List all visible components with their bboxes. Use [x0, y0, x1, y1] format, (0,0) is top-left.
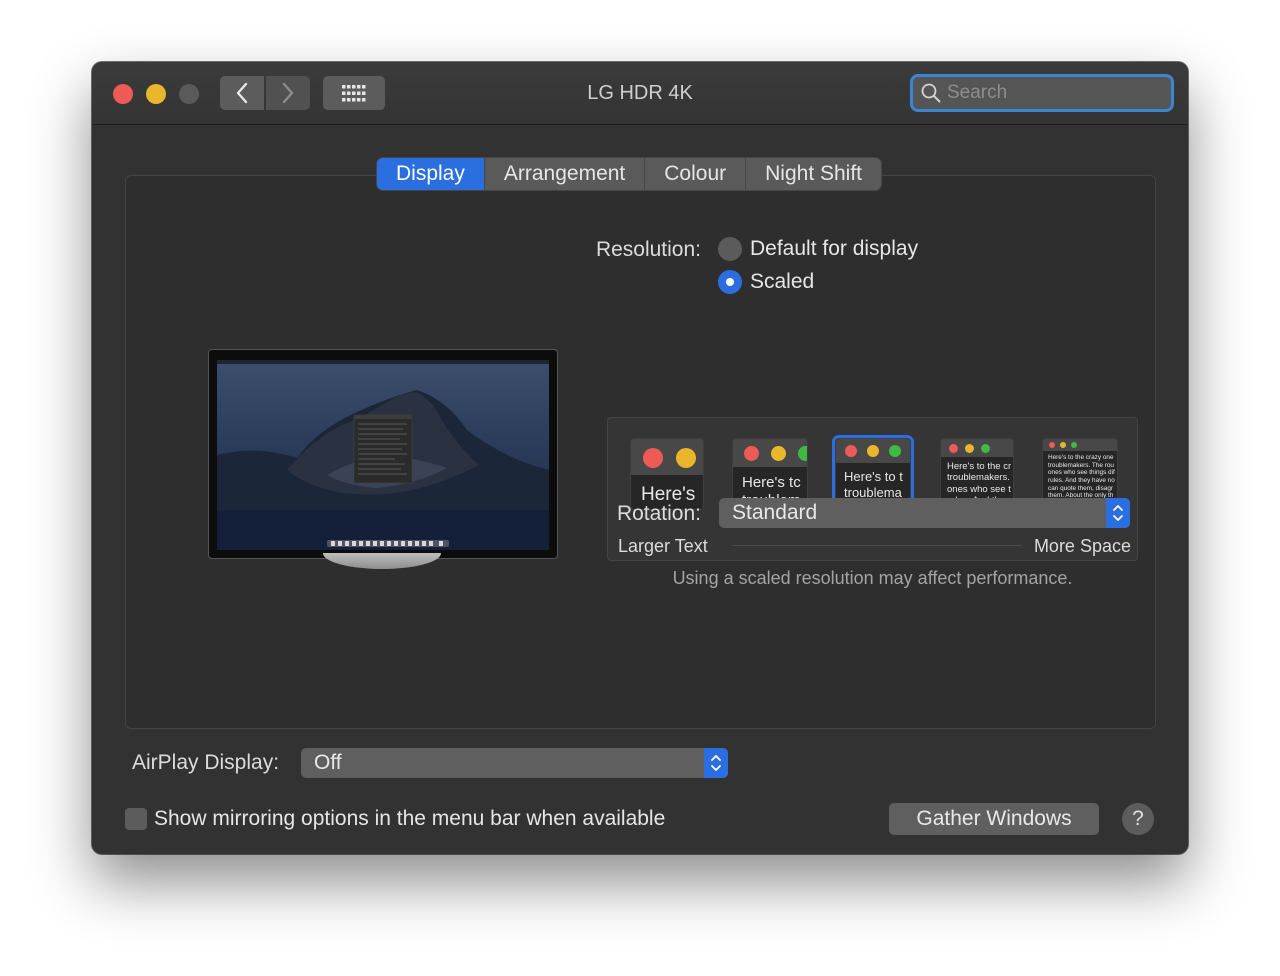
rotation-label: Rotation: [616, 502, 701, 525]
scale-divider [732, 545, 1022, 546]
popup-arrows-icon [704, 748, 728, 778]
airplay-popup[interactable]: Off [301, 748, 728, 778]
mirroring-checkbox[interactable] [125, 808, 147, 830]
tab-arrangement[interactable]: Arrangement [483, 158, 644, 190]
monitor-preview [208, 349, 558, 559]
rotation-popup[interactable]: Standard [719, 498, 1130, 528]
window: LG HDR 4K Search Resolution: Default for… [92, 62, 1188, 854]
scale-option-1[interactable]: Here's [630, 438, 704, 510]
zoom-button[interactable] [179, 84, 199, 104]
window-title: LG HDR 4K [587, 82, 693, 104]
navigation-buttons [220, 76, 310, 110]
close-button[interactable] [113, 84, 133, 104]
display-panel: Resolution: Default for display Scaled H… [125, 175, 1156, 729]
mirroring-label[interactable]: Show mirroring options in the menu bar w… [154, 805, 665, 833]
popup-arrows-icon [1106, 498, 1130, 528]
desktop-wallpaper [217, 360, 549, 550]
radio-label: Default for display [750, 237, 919, 260]
back-button[interactable] [220, 76, 264, 110]
help-button[interactable]: ? [1122, 803, 1154, 835]
show-all-button[interactable] [323, 76, 385, 110]
chevron-left-icon [236, 82, 248, 104]
radio-button-selected[interactable] [718, 270, 742, 294]
resolution-label: Resolution: [595, 238, 701, 261]
chevron-right-icon [282, 82, 294, 104]
tab-colour[interactable]: Colour [644, 158, 745, 190]
performance-note: Using a scaled resolution may affect per… [672, 568, 1073, 588]
radio-label: Scaled [750, 270, 815, 293]
minimize-button[interactable] [146, 84, 166, 104]
monitor-stand [323, 553, 441, 569]
search-icon [921, 83, 941, 103]
titlebar: LG HDR 4K [92, 62, 1188, 125]
tab-bar: Display Arrangement Colour Night Shift [377, 158, 882, 190]
island-image [217, 360, 549, 550]
tab-night-shift[interactable]: Night Shift [745, 158, 881, 190]
airplay-value: Off [314, 751, 342, 774]
radio-scaled[interactable]: Scaled [718, 270, 814, 294]
tab-display[interactable]: Display [377, 158, 484, 190]
gather-windows-button[interactable]: Gather Windows [889, 803, 1099, 835]
search-input[interactable] [945, 81, 1169, 105]
radio-default-for-display[interactable]: Default for display [718, 237, 918, 261]
more-space-label: More Space [1033, 536, 1131, 556]
radio-button[interactable] [718, 237, 742, 261]
rotation-value: Standard [732, 501, 818, 524]
scale-options: Here's Here's tc troublem Here's to t tr… [607, 417, 1138, 561]
search-field[interactable] [910, 74, 1174, 112]
grid-icon [342, 84, 366, 101]
larger-text-label: Larger Text [618, 536, 708, 556]
airplay-label: AirPlay Display: [132, 751, 280, 774]
forward-button[interactable] [266, 76, 310, 110]
